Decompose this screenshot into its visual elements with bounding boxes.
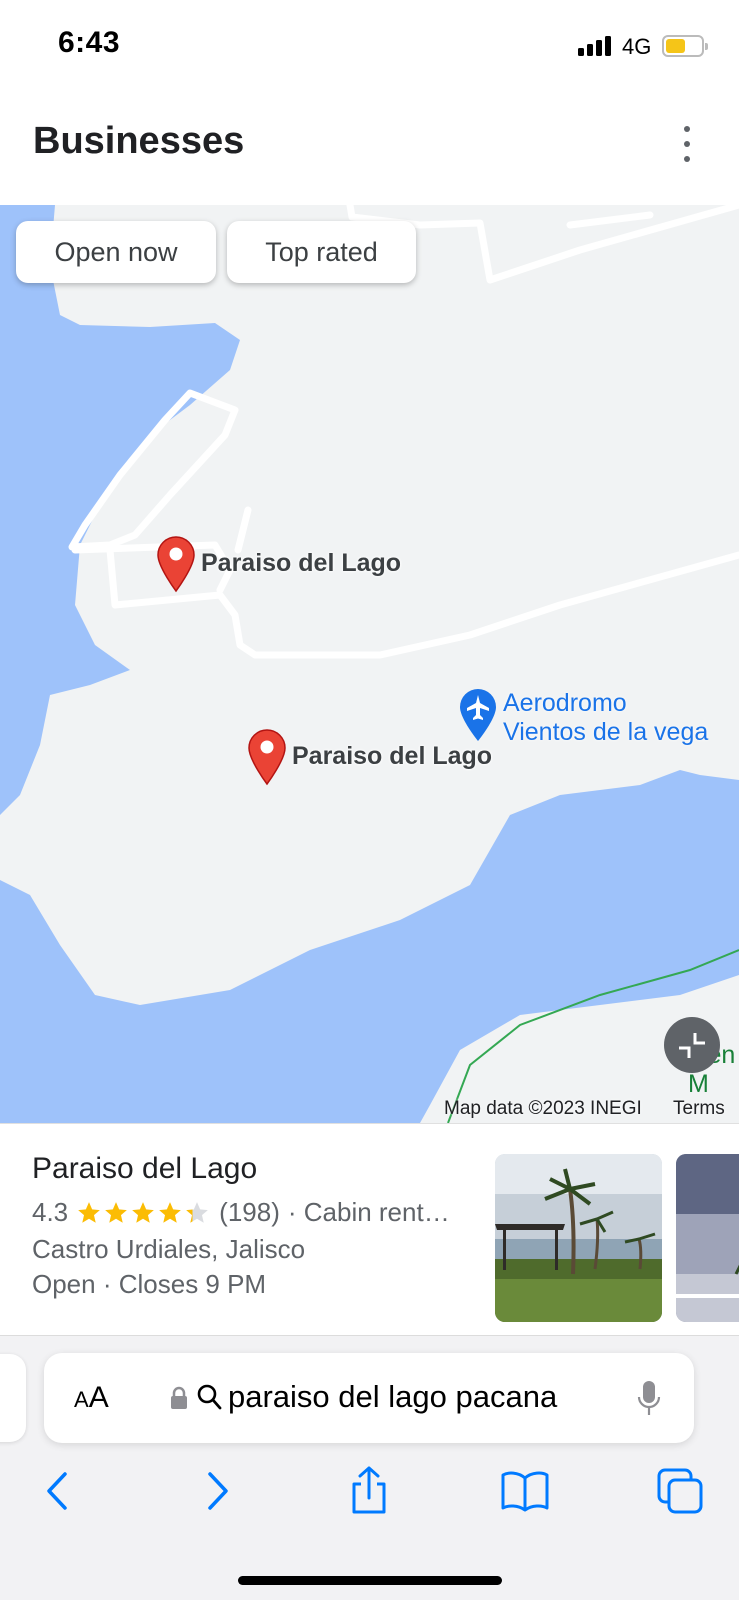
- business-name[interactable]: Paraiso del Lago: [32, 1152, 257, 1186]
- star-rating: [76, 1200, 211, 1226]
- address-bar[interactable]: AA paraiso del lago pacana: [44, 1353, 694, 1443]
- business-category: · Cabin rent…: [287, 1197, 450, 1227]
- star-icon: [159, 1201, 181, 1223]
- expand-icon: [679, 1033, 705, 1058]
- business-hours: Open · Closes 9 PM: [32, 1269, 266, 1300]
- location-pin-icon[interactable]: [247, 728, 287, 786]
- app-header: Businesses: [0, 90, 739, 205]
- pin-label[interactable]: Paraiso del Lago: [201, 549, 401, 578]
- star-icon: [105, 1201, 127, 1223]
- terms-link[interactable]: Terms: [673, 1098, 725, 1120]
- microphone-icon[interactable]: [636, 1379, 662, 1419]
- expand-map-button[interactable]: [664, 1017, 720, 1073]
- business-photo[interactable]: [676, 1154, 739, 1322]
- airport-label[interactable]: Aerodromo Vientos de la vega: [503, 689, 708, 747]
- status-bar: 6:43 4G: [0, 0, 739, 90]
- pin-label[interactable]: Paraiso del Lago: [292, 742, 492, 771]
- star-icon: [78, 1201, 100, 1223]
- home-indicator[interactable]: [238, 1576, 502, 1585]
- url-text[interactable]: paraiso del lago pacana: [228, 1379, 557, 1415]
- business-card[interactable]: Paraiso del Lago 4.3 (198) · Cabin rent……: [0, 1123, 739, 1335]
- closing-time: · Closes 9 PM: [95, 1269, 267, 1299]
- photo-lake-palms: [495, 1154, 662, 1322]
- business-address: Castro Urdiales, Jalisco: [32, 1234, 306, 1264]
- rating-row: 4.3 (198) · Cabin rent…: [32, 1197, 450, 1228]
- rating-value: 4.3: [32, 1197, 69, 1227]
- chip-top-rated[interactable]: Top rated: [227, 221, 416, 283]
- signal-icon: [578, 36, 614, 56]
- search-icon: [197, 1384, 222, 1410]
- tabs-icon[interactable]: [655, 1466, 705, 1516]
- open-status: Open: [32, 1269, 96, 1299]
- network-type: 4G: [622, 34, 652, 59]
- more-vert-icon[interactable]: [672, 124, 702, 164]
- bookmarks-icon[interactable]: [500, 1466, 550, 1516]
- previous-tab-card[interactable]: [0, 1354, 26, 1442]
- photo-lake-dusk: [676, 1154, 739, 1322]
- status-time: 6:43: [58, 26, 121, 59]
- browser-bottom-bar: AA paraiso del lago pacana: [0, 1335, 739, 1600]
- review-count: (198): [219, 1197, 280, 1227]
- map-attribution: Map data ©2023 INEGI: [444, 1098, 642, 1119]
- airplane-icon[interactable]: [458, 687, 498, 743]
- chip-open-now[interactable]: Open now: [16, 221, 216, 283]
- location-pin-icon[interactable]: [156, 535, 196, 593]
- star-icon: [132, 1201, 154, 1223]
- star-icon: [186, 1201, 208, 1223]
- business-photo[interactable]: [495, 1154, 662, 1322]
- share-icon[interactable]: [344, 1466, 394, 1516]
- back-icon[interactable]: [33, 1466, 83, 1516]
- battery-icon: [662, 35, 708, 57]
- map[interactable]: Open now Top rated Paraiso del Lago Para…: [0, 205, 739, 1123]
- map-canvas: [0, 205, 739, 1123]
- forward-icon[interactable]: [192, 1466, 242, 1516]
- lock-icon: [171, 1386, 187, 1409]
- page-title: Businesses: [33, 120, 245, 162]
- reader-options-button[interactable]: AA: [74, 1381, 109, 1415]
